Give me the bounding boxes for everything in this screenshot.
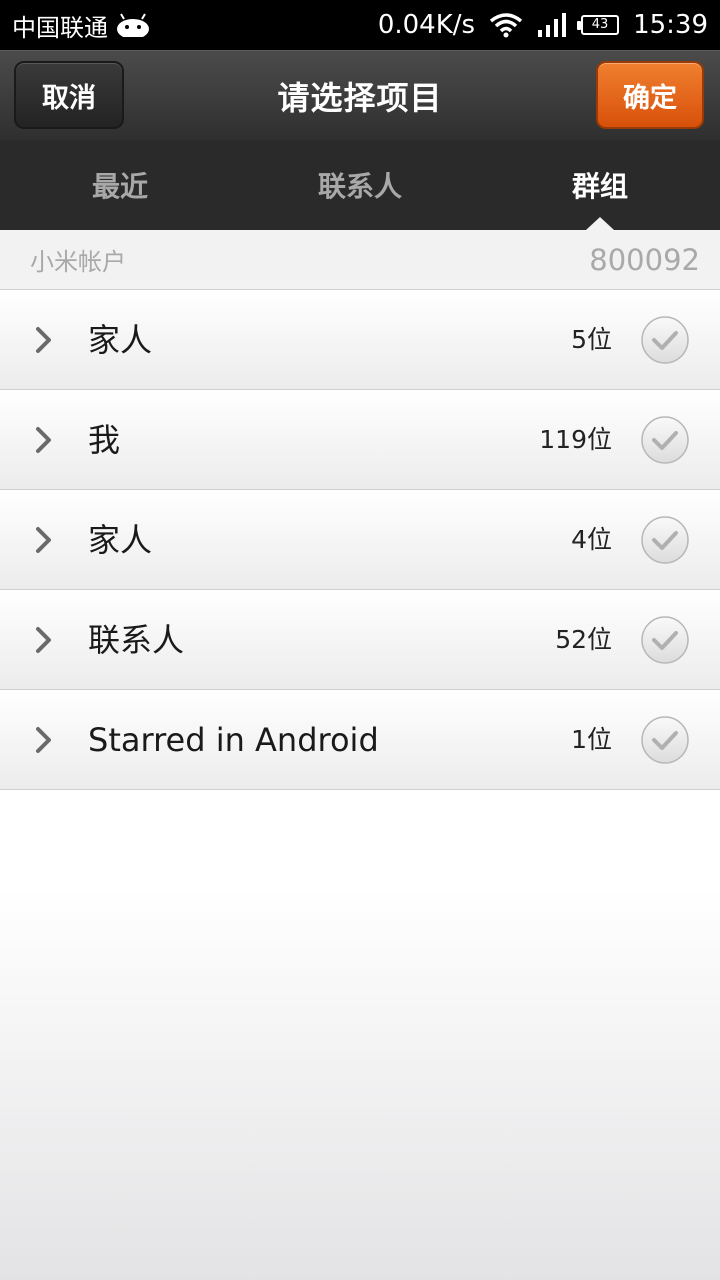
- group-count: 52位: [555, 625, 612, 654]
- group-list: 家人 5位 我 119位 家人 4位 联系人 52位 Starred in An…: [0, 290, 720, 790]
- clock: 15:39: [633, 10, 708, 40]
- group-name: 家人: [88, 521, 153, 559]
- empty-area: [0, 790, 720, 1280]
- checkmark-icon[interactable]: [640, 315, 690, 365]
- group-name: Starred in Android: [88, 721, 379, 759]
- group-count: 5位: [571, 325, 612, 354]
- group-row[interactable]: 家人 4位: [0, 490, 720, 590]
- status-right: 0.04K/s 43 15:39: [378, 10, 708, 40]
- chevron-right-icon[interactable]: [32, 626, 56, 654]
- carrier-name: 中国联通: [12, 13, 108, 42]
- active-tab-indicator: [586, 217, 614, 230]
- tab-contacts[interactable]: 联系人: [240, 140, 480, 230]
- group-name: 联系人: [88, 621, 185, 659]
- status-bar: 中国联通 0.04K/s 43 15:39: [0, 0, 720, 50]
- tab-groups[interactable]: 群组: [480, 140, 720, 230]
- tab-bar: 最近 联系人 群组: [0, 140, 720, 230]
- group-row[interactable]: 我 119位: [0, 390, 720, 490]
- group-name: 家人: [88, 321, 153, 359]
- chevron-right-icon[interactable]: [32, 426, 56, 454]
- account-header: 小米帐户 800092: [0, 230, 720, 290]
- status-left: 中国联通: [12, 8, 150, 43]
- tab-recent[interactable]: 最近: [0, 140, 240, 230]
- checkmark-icon[interactable]: [640, 515, 690, 565]
- wifi-icon: [489, 13, 523, 38]
- group-count: 1位: [571, 725, 612, 754]
- checkmark-icon[interactable]: [640, 615, 690, 665]
- android-icon: [117, 13, 149, 37]
- group-row[interactable]: 家人 5位: [0, 290, 720, 390]
- chevron-right-icon[interactable]: [32, 326, 56, 354]
- title-bar: 取消 请选择项目 确定: [0, 50, 720, 140]
- account-label: 小米帐户: [30, 248, 126, 276]
- group-row[interactable]: Starred in Android 1位: [0, 690, 720, 790]
- signal-icon: [538, 13, 567, 37]
- group-name: 我: [88, 421, 121, 459]
- account-id: 800092: [589, 242, 700, 277]
- checkmark-icon[interactable]: [640, 415, 690, 465]
- chevron-right-icon[interactable]: [32, 526, 56, 554]
- checkmark-icon[interactable]: [640, 715, 690, 765]
- net-speed: 0.04K/s: [377, 10, 476, 40]
- battery-icon: 43: [577, 15, 620, 35]
- page-title: 请选择项目: [277, 78, 443, 117]
- cancel-button[interactable]: 取消: [14, 61, 124, 129]
- tab-groups-label: 群组: [571, 170, 628, 203]
- chevron-right-icon[interactable]: [32, 726, 56, 754]
- group-row[interactable]: 联系人 52位: [0, 590, 720, 690]
- app-root: 中国联通 0.04K/s 43 15:39 取消 请选择项目 确定 最近 联系人…: [0, 0, 720, 1280]
- group-count: 4位: [571, 525, 612, 554]
- tab-recent-label: 最近: [91, 170, 148, 203]
- group-count: 119位: [539, 425, 612, 454]
- confirm-button[interactable]: 确定: [596, 61, 704, 129]
- tab-contacts-label: 联系人: [317, 170, 402, 203]
